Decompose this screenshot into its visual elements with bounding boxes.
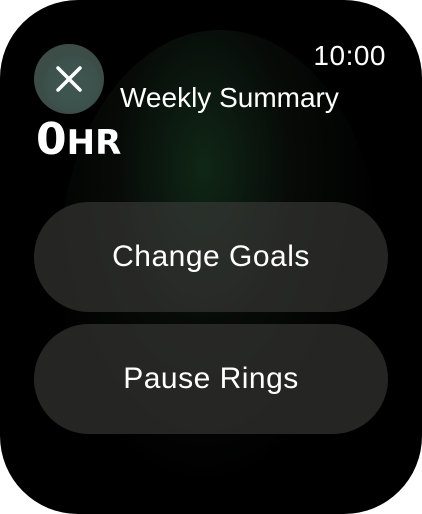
- summary-number: 0: [36, 114, 67, 165]
- screen-title: Weekly Summary: [120, 82, 339, 113]
- close-icon: [56, 66, 82, 92]
- status-time: 10:00: [313, 40, 386, 71]
- summary-value: 0HR: [36, 114, 121, 165]
- pause-rings-button[interactable]: Pause Rings: [34, 324, 388, 434]
- watch-screen: 10:00 Weekly Summary 0HR Change Goals Pa…: [0, 0, 422, 514]
- change-goals-button[interactable]: Change Goals: [34, 202, 388, 312]
- summary-unit: HR: [66, 123, 122, 163]
- close-button[interactable]: [34, 44, 104, 114]
